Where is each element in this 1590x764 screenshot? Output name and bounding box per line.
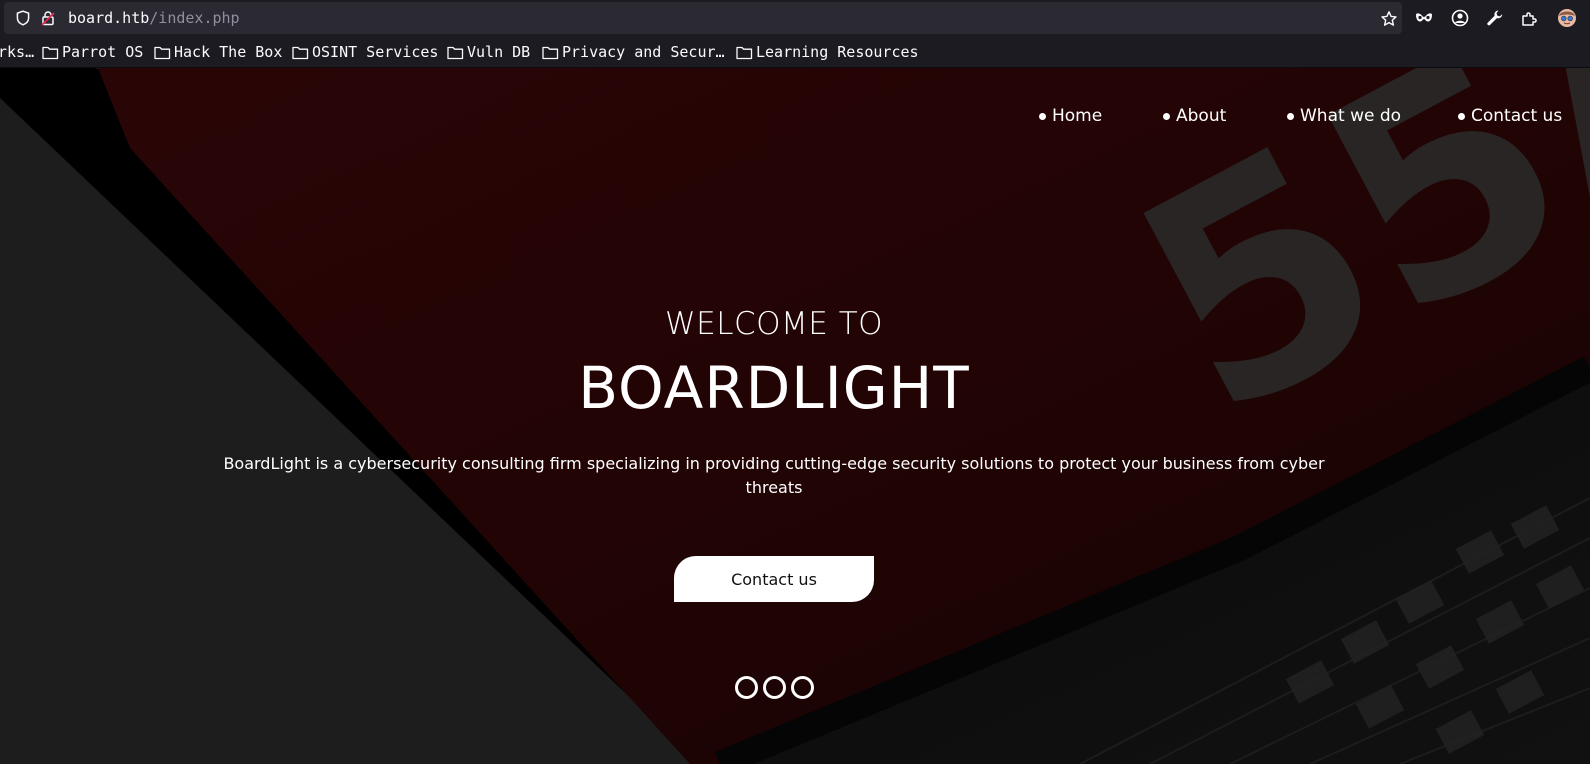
carousel-indicators <box>0 676 1590 702</box>
profile-avatar-icon[interactable] <box>1557 8 1577 28</box>
carousel-dot-1[interactable] <box>735 676 758 699</box>
bookmark-label: OSINT Services <box>312 43 439 61</box>
carousel-dot-2[interactable] <box>763 676 786 699</box>
url-bar[interactable]: board.htb/index.php <box>4 2 1402 34</box>
nav-what-we-do[interactable]: What we do <box>1287 104 1401 128</box>
bookmark-folder-osint-services[interactable]: OSINT Services <box>292 42 438 62</box>
folder-icon <box>736 46 753 59</box>
carousel-dot-3[interactable] <box>791 676 814 699</box>
hero-pre-title: WELCOME TO <box>664 306 884 342</box>
lock-slash-icon[interactable] <box>40 10 56 26</box>
bookmark-folder-hack-the-box[interactable]: Hack The Box <box>154 42 282 62</box>
hero-description: BoardLight is a cybersecurity consulting… <box>223 454 1325 497</box>
url-path: /index.php <box>149 9 240 27</box>
folder-icon <box>42 46 59 59</box>
bullet-icon <box>1458 112 1465 120</box>
extensions-icon[interactable] <box>1520 8 1540 28</box>
shield-icon[interactable] <box>15 10 31 26</box>
wrench-icon[interactable] <box>1485 8 1505 28</box>
bookmarks-toolbar: rks… Parrot OS Hack The Box OSINT Servic… <box>0 36 1590 68</box>
bullet-icon <box>1287 112 1294 120</box>
bookmark-folder-vuln-db[interactable]: Vuln DB <box>447 42 530 62</box>
bullet-icon <box>1163 112 1170 120</box>
bookmark-folder-parrot-os[interactable]: Parrot OS <box>42 42 143 62</box>
bookmark-folder-privacy-and-security[interactable]: Privacy and Secur… <box>542 42 725 62</box>
url-host: board.htb <box>68 9 150 27</box>
web-page: 55/ Home About What we do Contact us WEL… <box>0 68 1590 764</box>
bookmark-label: Learning Resources <box>756 43 919 61</box>
folder-icon <box>447 46 464 59</box>
main-nav: Home About What we do Contact us <box>0 104 1590 128</box>
folder-icon <box>542 46 559 59</box>
nav-what-we-do-label: What we do <box>1300 106 1402 126</box>
bookmark-label: rks… <box>0 43 35 61</box>
star-icon[interactable] <box>1380 10 1398 28</box>
mask-icon[interactable] <box>1414 8 1434 28</box>
nav-home-label: Home <box>1052 106 1103 126</box>
bookmark-label: Hack The Box <box>174 43 283 61</box>
account-icon[interactable] <box>1450 8 1470 28</box>
nav-home[interactable]: Home <box>1039 104 1102 128</box>
nav-contact-us[interactable]: Contact us <box>1458 104 1562 128</box>
browser-toolbar: board.htb/index.php <box>0 0 1590 36</box>
browser-window: board.htb/index.php rks… Parrot OS Hack … <box>0 0 1590 764</box>
nav-contact-us-label: Contact us <box>1471 106 1563 126</box>
bookmark-folder-learning-resources[interactable]: Learning Resources <box>736 42 919 62</box>
folder-icon <box>292 46 309 59</box>
nav-about[interactable]: About <box>1163 104 1226 128</box>
nav-about-label: About <box>1176 106 1227 126</box>
folder-icon <box>154 46 171 59</box>
contact-us-button[interactable]: Contact us <box>674 556 874 602</box>
url-text[interactable]: board.htb/index.php <box>68 9 240 27</box>
bookmark-item[interactable]: rks… <box>0 42 34 62</box>
bookmark-label: Parrot OS <box>62 43 144 61</box>
bullet-icon <box>1039 112 1046 120</box>
hero-title: BOARDLIGHT <box>578 354 970 422</box>
bookmark-label: Vuln DB <box>467 43 531 61</box>
bookmark-label: Privacy and Secur… <box>562 43 725 61</box>
